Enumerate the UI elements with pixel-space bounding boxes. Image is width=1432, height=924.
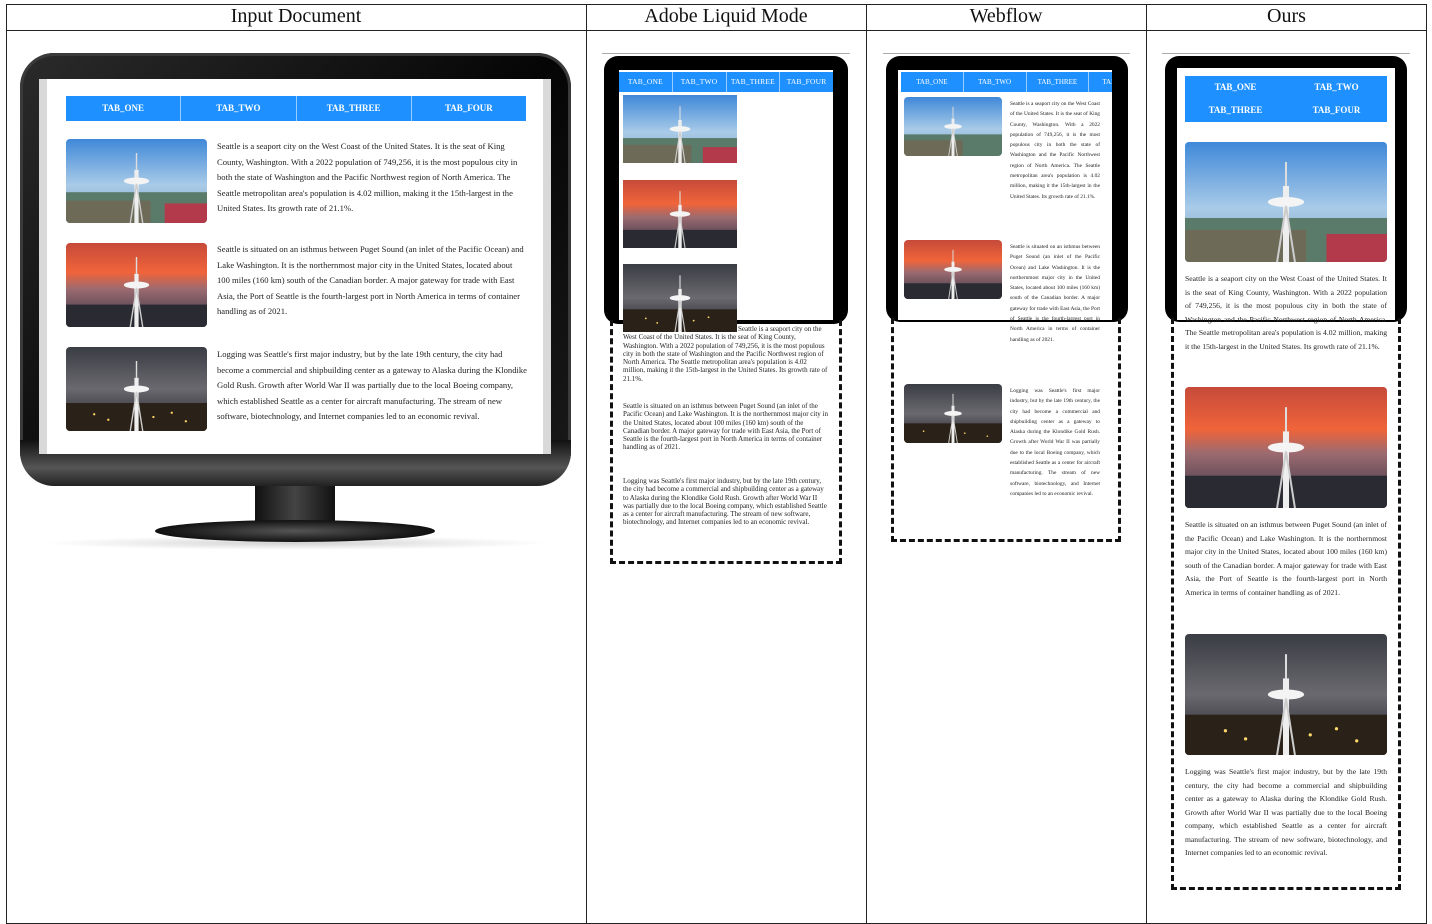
tab-three[interactable]: TAB_THREE xyxy=(1027,72,1090,92)
tab-one[interactable]: TAB_ONE xyxy=(619,72,673,92)
ours-screen: TAB_ONE TAB_TWO TAB_THREE TAB_FOUR Seatt… xyxy=(1177,68,1395,888)
column-header-input: Input Document xyxy=(230,5,362,27)
header-divider xyxy=(6,30,1427,31)
day-skyline-photo xyxy=(66,139,207,223)
paragraph-3: Logging was Seattle's first major indust… xyxy=(1185,767,1387,857)
tab-bar-clip: TAB_ONE TAB_TWO TAB_THREE TAB_FOUR xyxy=(901,72,1112,92)
tab-two[interactable]: TAB_TWO xyxy=(673,72,727,92)
tab-one[interactable]: TAB_ONE xyxy=(901,72,964,92)
sunset-skyline-photo xyxy=(904,240,1002,299)
adobe-screen: TAB_ONE TAB_TWO TAB_THREE TAB_FOUR Seatt… xyxy=(619,70,833,560)
column-divider xyxy=(586,4,587,924)
paragraph-3: Logging was Seattle's first major indust… xyxy=(217,349,527,421)
paragraph-3: Logging was Seattle's first major indust… xyxy=(623,477,827,527)
tab-one[interactable]: TAB_ONE xyxy=(66,96,182,121)
night-skyline-photo xyxy=(66,347,207,431)
tab-four[interactable]: TAB_FOUR xyxy=(1089,72,1112,92)
column-header-adobe: Adobe Liquid Mode xyxy=(644,5,808,27)
tab-four[interactable]: TAB_FOUR xyxy=(780,72,833,92)
sunset-skyline-photo xyxy=(623,180,737,248)
night-skyline-photo xyxy=(904,384,1002,443)
paragraph-1: Seattle is a seaport city on the West Co… xyxy=(1010,101,1100,200)
day-skyline-photo xyxy=(623,95,737,163)
tab-bar: TAB_ONE TAB_TWO TAB_THREE TAB_FOUR xyxy=(619,72,833,92)
tab-bar: TAB_ONE TAB_TWO TAB_THREE TAB_FOUR xyxy=(1185,76,1387,122)
night-skyline-photo xyxy=(623,264,737,332)
tab-three[interactable]: TAB_THREE xyxy=(297,96,412,121)
paragraph-1: Seattle is a seaport city on the West Co… xyxy=(623,325,828,383)
day-skyline-photo xyxy=(904,97,1002,156)
monitor-screen: TAB_ONE TAB_TWO TAB_THREE TAB_FOUR Seatt… xyxy=(39,79,551,454)
column-header-ours: Ours xyxy=(1267,5,1306,27)
tab-four[interactable]: TAB_FOUR xyxy=(1286,99,1387,122)
paragraph-2: Seattle is situated on an isthmus betwee… xyxy=(623,402,828,452)
tab-four[interactable]: TAB_FOUR xyxy=(412,96,526,121)
tab-three[interactable]: TAB_THREE xyxy=(727,72,781,92)
tab-bar: TAB_ONE TAB_TWO TAB_THREE TAB_FOUR xyxy=(901,72,1112,92)
column-header-webflow: Webflow xyxy=(969,5,1043,27)
tab-bar: TAB_ONE TAB_TWO TAB_THREE TAB_FOUR xyxy=(66,96,526,121)
tab-three[interactable]: TAB_THREE xyxy=(1185,99,1286,122)
tab-two[interactable]: TAB_TWO xyxy=(181,96,297,121)
column-divider xyxy=(866,4,867,924)
column-divider xyxy=(1146,4,1147,924)
monitor-stand xyxy=(155,520,435,542)
paragraph-1: Seattle is a seaport city on the West Co… xyxy=(1185,274,1387,351)
sunset-skyline-photo xyxy=(66,243,207,327)
tab-one[interactable]: TAB_ONE xyxy=(1185,76,1286,99)
webflow-screen: TAB_ONE TAB_TWO TAB_THREE TAB_FOUR Seatt… xyxy=(898,70,1112,540)
sunset-skyline-photo xyxy=(1185,387,1387,508)
webflow-viewport-top xyxy=(883,53,1130,54)
tab-two[interactable]: TAB_TWO xyxy=(1286,76,1387,99)
paragraph-2: Seattle is situated on an isthmus betwee… xyxy=(1010,244,1100,343)
paragraph-2: Seattle is situated on an isthmus betwee… xyxy=(217,244,524,316)
tab-two[interactable]: TAB_TWO xyxy=(964,72,1027,92)
ours-viewport-top xyxy=(1162,53,1410,54)
paragraph-3: Logging was Seattle's first major indust… xyxy=(1010,388,1100,497)
day-skyline-photo xyxy=(1185,142,1387,262)
adobe-viewport-top xyxy=(602,53,850,54)
paragraph-1: Seattle is a seaport city on the West Co… xyxy=(217,141,518,213)
paragraph-2: Seattle is situated on an isthmus betwee… xyxy=(1185,520,1387,597)
night-skyline-photo xyxy=(1185,634,1387,755)
